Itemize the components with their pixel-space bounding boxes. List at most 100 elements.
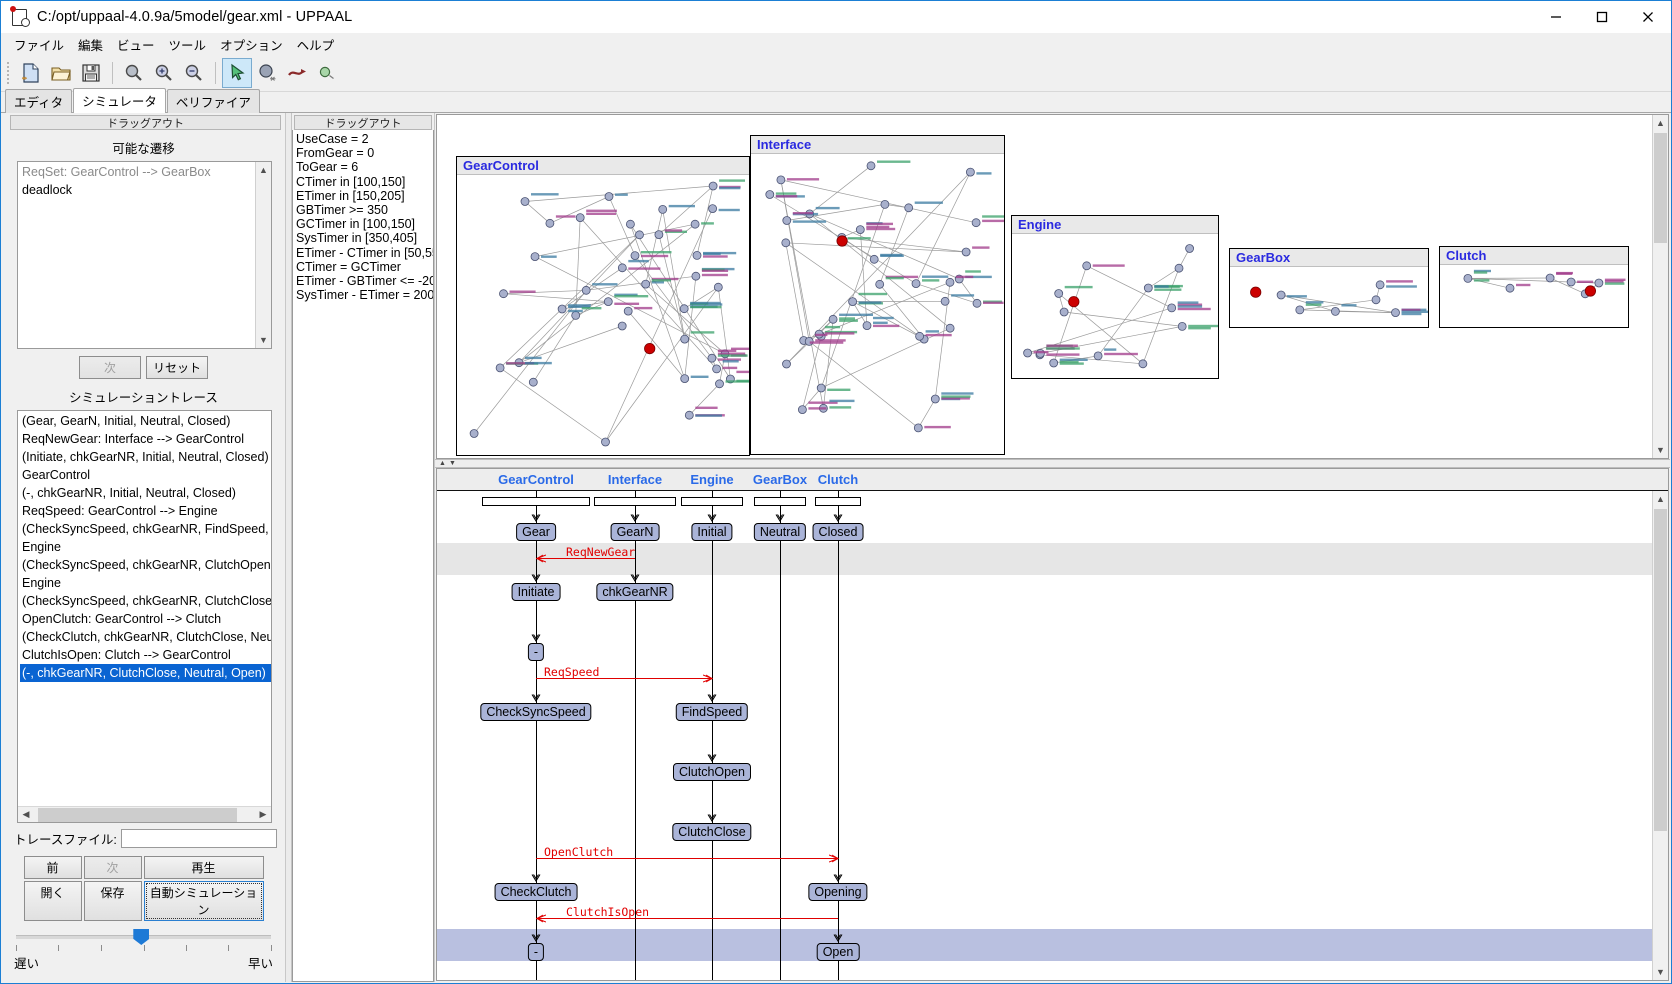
msc-band-selected[interactable] xyxy=(437,929,1652,961)
next-transition-button[interactable]: 次 xyxy=(79,356,141,379)
table-row[interactable]: (-, chkGearNR, Initial, Neutral, Closed) xyxy=(20,484,271,502)
variables-dragout-bar[interactable]: ドラッグアウト xyxy=(294,115,432,130)
automata-scroll-thumb[interactable] xyxy=(1654,133,1667,243)
automaton-window-interface[interactable]: Interface xyxy=(750,135,1005,455)
open-folder-icon[interactable] xyxy=(46,58,76,88)
menu-tools[interactable]: ツール xyxy=(162,33,214,56)
prev-step-button[interactable]: 前 xyxy=(24,856,82,879)
msc-state-node[interactable]: Initial xyxy=(691,523,732,541)
splitter-down-icon[interactable]: ▼ xyxy=(449,460,456,467)
automaton-graph[interactable] xyxy=(751,154,1004,454)
speed-slider[interactable] xyxy=(16,929,271,945)
automaton-window-clutch[interactable]: Clutch xyxy=(1439,246,1629,328)
hscroll-thumb[interactable] xyxy=(38,808,237,822)
menu-file[interactable]: ファイル xyxy=(7,33,71,56)
automata-scrollbar[interactable]: ▲ ▼ xyxy=(1652,115,1668,458)
scroll-left-icon[interactable]: ◀ xyxy=(18,809,34,820)
table-row[interactable]: OpenClutch: GearControl --> Clutch xyxy=(20,610,271,628)
msc-state-node[interactable]: Gear xyxy=(516,523,556,541)
maximize-button[interactable] xyxy=(1579,1,1625,33)
msc-scroll-thumb[interactable] xyxy=(1654,509,1667,831)
zoom-out-icon[interactable] xyxy=(179,58,209,88)
automaton-graph[interactable] xyxy=(1012,234,1218,378)
list-item[interactable]: ReqSet: GearControl --> GearBox xyxy=(20,163,255,181)
minimize-button[interactable] xyxy=(1533,1,1579,33)
select-pointer-icon[interactable] xyxy=(222,58,252,88)
msc-state-node[interactable]: ClutchClose xyxy=(672,823,751,841)
save-trace-button[interactable]: 保存 xyxy=(84,881,142,921)
msc-state-node[interactable]: CheckClutch xyxy=(495,883,578,901)
trace-horizontal-scrollbar[interactable]: ◀ ▶ xyxy=(18,806,271,822)
scroll-up-icon[interactable]: ▲ xyxy=(256,162,271,178)
table-row[interactable]: Engine xyxy=(20,574,271,592)
menu-view[interactable]: ビュー xyxy=(110,33,162,56)
scroll-down-icon[interactable]: ▼ xyxy=(1653,442,1668,458)
zoom-in-icon[interactable] xyxy=(149,58,179,88)
reset-button[interactable]: リセット xyxy=(146,356,208,379)
table-row[interactable]: GearControl xyxy=(20,466,271,484)
automaton-window-gearbox[interactable]: GearBox xyxy=(1229,248,1429,328)
replay-button[interactable]: 再生 xyxy=(144,856,264,879)
automaton-graph[interactable] xyxy=(457,175,749,455)
add-edge-icon[interactable] xyxy=(282,58,312,88)
zoom-icon[interactable] xyxy=(119,58,149,88)
table-row[interactable]: (CheckClutch, chkGearNR, ClutchClose, Ne… xyxy=(20,628,271,646)
msc-scrollbar[interactable]: ▲ ▼ xyxy=(1652,491,1668,980)
automaton-graph[interactable] xyxy=(1230,267,1428,327)
table-row[interactable]: (Gear, GearN, Initial, Neutral, Closed) xyxy=(20,412,271,430)
msc-body[interactable]: Gear GearN Initial Neutral Closed Initiate chk… xyxy=(437,491,1652,980)
trace-file-input[interactable] xyxy=(121,829,277,848)
hscroll-track[interactable] xyxy=(34,808,255,822)
toolbar-grip[interactable] xyxy=(5,60,12,86)
close-button[interactable] xyxy=(1625,1,1671,33)
msc-state-node[interactable]: Neutral xyxy=(754,523,806,541)
table-row-selected[interactable]: (-, chkGearNR, ClutchClose, Neutral, Ope… xyxy=(20,664,271,682)
next-step-button[interactable]: 次 xyxy=(84,856,142,879)
scroll-right-icon[interactable]: ▶ xyxy=(255,809,271,820)
msc-state-node[interactable]: FindSpeed xyxy=(676,703,748,721)
tab-editor[interactable]: エディタ xyxy=(5,89,72,113)
new-file-icon[interactable] xyxy=(16,58,46,88)
msc-state-node[interactable]: GearN xyxy=(611,523,660,541)
table-row[interactable]: ReqSpeed: GearControl --> Engine xyxy=(20,502,271,520)
msc-state-node[interactable]: ClutchOpen xyxy=(673,763,751,781)
automaton-window-engine[interactable]: Engine xyxy=(1011,215,1219,379)
tab-verifier[interactable]: ベリファイア xyxy=(167,89,260,113)
scroll-down-icon[interactable]: ▼ xyxy=(256,332,271,348)
msc-state-node[interactable]: - xyxy=(528,943,544,961)
splitter-up-icon[interactable]: ▲ xyxy=(439,460,446,467)
menu-help[interactable]: ヘルプ xyxy=(290,33,342,56)
tab-simulator[interactable]: シミュレータ xyxy=(73,88,166,113)
table-row[interactable]: ClutchIsOpen: Clutch --> GearControl xyxy=(20,646,271,664)
transitions-scrollbar[interactable]: ▲ ▼ xyxy=(255,162,271,348)
scroll-up-icon[interactable]: ▲ xyxy=(1653,115,1668,131)
msc-state-node[interactable]: Initiate xyxy=(512,583,561,601)
scroll-up-icon[interactable]: ▲ xyxy=(1653,491,1668,507)
list-item[interactable]: deadlock xyxy=(20,181,255,199)
table-row[interactable]: Engine xyxy=(20,538,271,556)
automaton-graph[interactable] xyxy=(1440,265,1628,327)
add-location-icon[interactable] xyxy=(252,58,282,88)
msc-state-node[interactable]: Opening xyxy=(808,883,867,901)
auto-simulation-button[interactable]: 自動シミュレーション xyxy=(144,881,264,921)
msc-state-node[interactable]: Closed xyxy=(813,523,864,541)
open-trace-button[interactable]: 開く xyxy=(24,881,82,921)
automata-view[interactable]: GearControlInterfaceEngineGearBoxClutch … xyxy=(436,114,1669,459)
simulation-trace-list[interactable]: (Gear, GearN, Initial, Neutral, Closed) … xyxy=(17,410,272,823)
table-row[interactable]: (Initiate, chkGearNR, Initial, Neutral, … xyxy=(20,448,271,466)
transitions-dragout-bar[interactable]: ドラッグアウト xyxy=(10,115,281,130)
msc-state-node[interactable]: chkGearNR xyxy=(596,583,673,601)
menu-options[interactable]: オプション xyxy=(213,33,290,56)
save-floppy-icon[interactable] xyxy=(76,58,106,88)
msc-state-node[interactable]: - xyxy=(528,643,544,661)
table-row[interactable]: (CheckSyncSpeed, chkGearNR, ClutchOpen, … xyxy=(20,556,271,574)
table-row[interactable]: (CheckSyncSpeed, chkGearNR, ClutchClose,… xyxy=(20,592,271,610)
variables-splitter[interactable] xyxy=(286,113,292,982)
msc-state-node[interactable]: Open xyxy=(817,943,860,961)
automaton-window-gearcontrol[interactable]: GearControl xyxy=(456,156,750,456)
add-nail-icon[interactable] xyxy=(312,58,342,88)
automata-canvas[interactable]: GearControlInterfaceEngineGearBoxClutch xyxy=(437,115,1652,458)
possible-transitions-list[interactable]: ReqSet: GearControl --> GearBox deadlock… xyxy=(17,161,272,349)
scroll-down-icon[interactable]: ▼ xyxy=(1653,964,1668,980)
table-row[interactable]: (CheckSyncSpeed, chkGearNR, FindSpeed, N… xyxy=(20,520,271,538)
